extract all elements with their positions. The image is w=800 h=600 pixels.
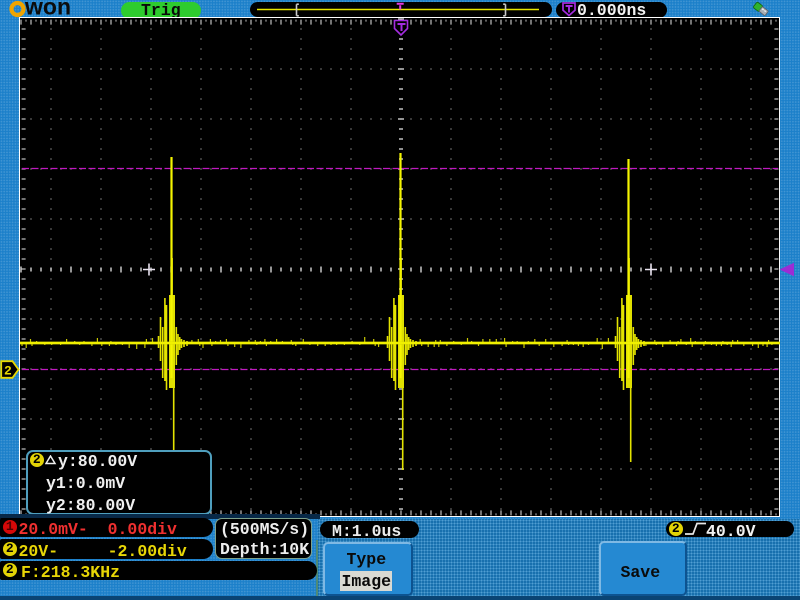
svg-text:2: 2 [4, 364, 12, 379]
svg-text:won: won [24, 0, 71, 18]
